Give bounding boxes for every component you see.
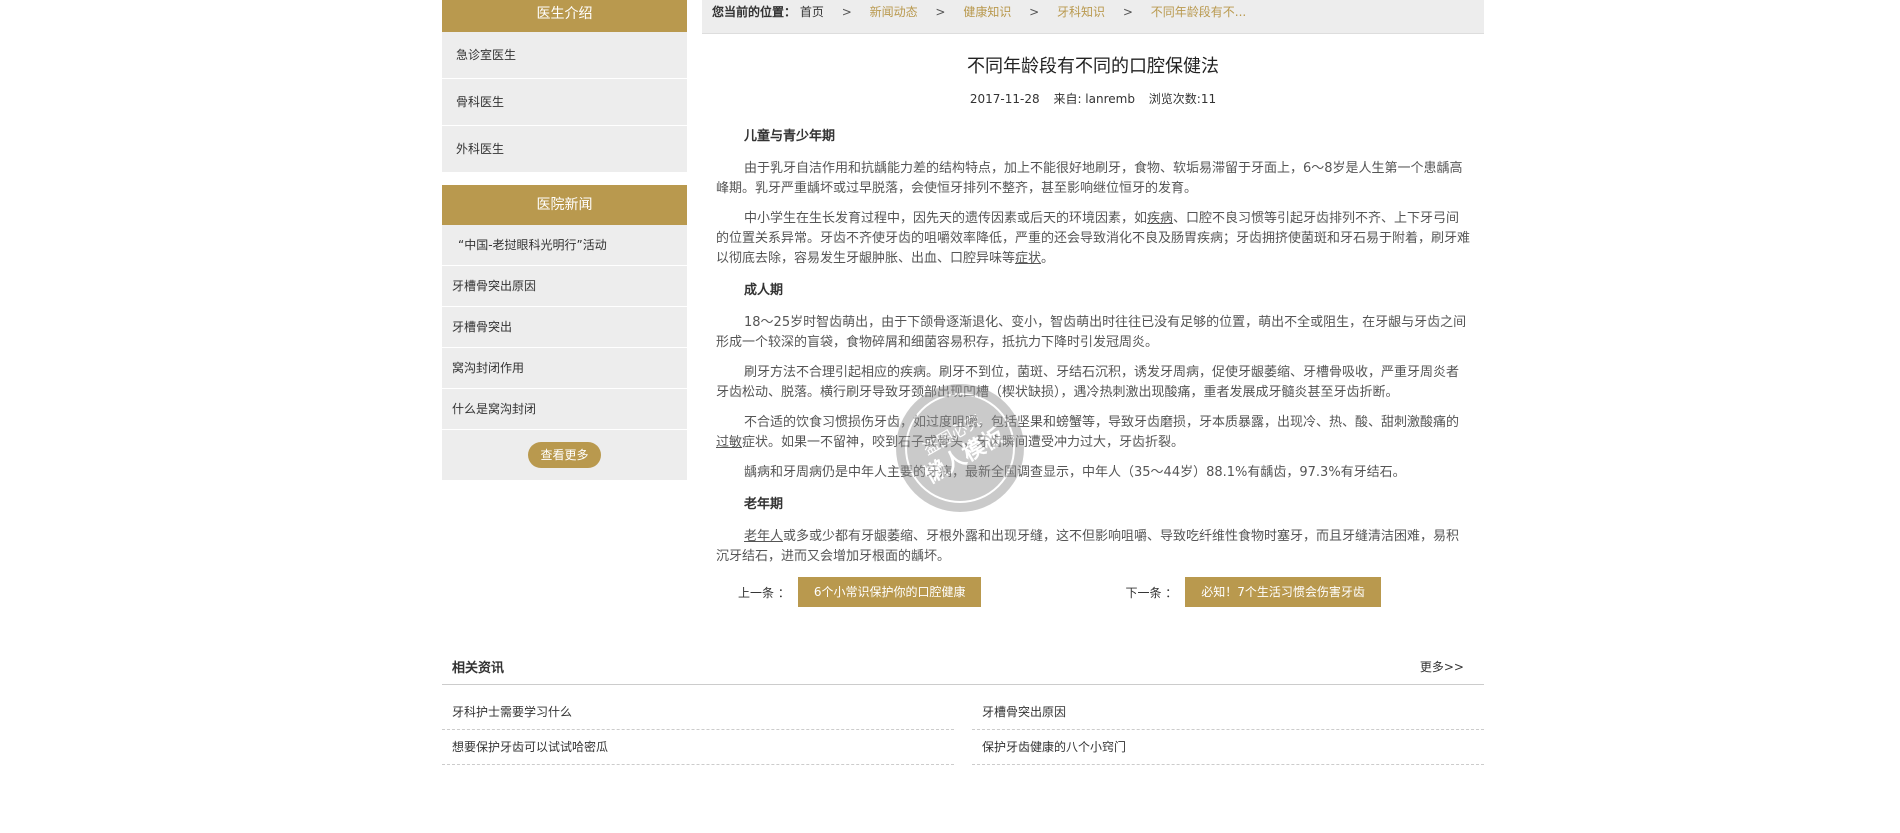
related-item[interactable]: 想要保护牙齿可以试试哈密瓜 [442,730,954,765]
hospital-news-panel: 医院新闻 “中国-老挝眼科光明行”活动 牙槽骨突出原因 牙槽骨突出 窝沟封闭作用… [442,185,687,480]
news-item[interactable]: 牙槽骨突出 [442,307,687,348]
related-column-left: 牙科护士需要学习什么 想要保护牙齿可以试试哈密瓜 [442,695,954,765]
hospital-news-title: 医院新闻 [442,185,687,225]
related-column-right: 牙槽骨突出原因 保护牙齿健康的八个小窍门 [972,695,1484,765]
related-item[interactable]: 保护牙齿健康的八个小窍门 [972,730,1484,765]
doctors-panel-title: 医生介绍 [442,0,687,32]
news-item[interactable]: 牙槽骨突出原因 [442,266,687,307]
article-body: 儿童与青少年期 由于乳牙自洁作用和抗龋能力差的结构特点，加上不能很好地刷牙，食物… [702,107,1484,567]
breadcrumb: 您当前的位置： 首页 > 新闻动态 > 健康知识 > 牙科知识 > 不同年龄段有… [702,0,1484,34]
section-heading: 儿童与青少年期 [744,129,836,144]
related-grid: 牙科护士需要学习什么 想要保护牙齿可以试试哈密瓜 牙槽骨突出原因 保护牙齿健康的… [442,695,1484,765]
paragraph: 老年人或多或少都有牙龈萎缩、牙根外露和出现牙缝，这不但影响咀嚼、导致吃纤维性食物… [716,527,1470,567]
breadcrumb-news[interactable]: 新闻动态 [870,5,918,19]
view-more-button[interactable]: 查看更多 [528,442,601,468]
breadcrumb-separator: > [841,5,852,19]
paragraph: 由于乳牙自洁作用和抗龋能力差的结构特点，加上不能很好地刷牙，食物、软垢易滞留于牙… [716,161,1463,196]
inline-link[interactable]: 过敏 [716,435,742,450]
news-item[interactable]: “中国-老挝眼科光明行”活动 [442,225,687,266]
paragraph: 龋病和牙周病仍是中年人主要的牙病，最新全国调查显示，中年人（35～44岁）88.… [744,465,1406,480]
more-wrap: 查看更多 [442,430,687,480]
related-news: 相关资讯 更多>> 牙科护士需要学习什么 想要保护牙齿可以试试哈密瓜 牙槽骨突出… [442,650,1484,765]
prev-label: 上一条 ： [738,585,790,600]
breadcrumb-separator: > [1122,5,1133,19]
article-pager: 上一条 ： 6个小常识保护你的口腔健康 下一条 ： 必知！7个生活习惯会伤害牙齿 [702,577,1484,607]
text-span: 或多或少都有牙龈萎缩、牙根外露和出现牙缝，这不但影响咀嚼、导致吃纤维性食物时塞牙… [716,529,1460,564]
breadcrumb-home[interactable]: 首页 [800,5,824,19]
paragraph: 中小学生在生长发育过程中，因先天的遗传因素或后天的环境因素，如疾病、口腔不良习惯… [716,209,1470,269]
breadcrumb-health[interactable]: 健康知识 [963,5,1011,19]
page-wrapper: 医生介绍 急诊室医生 骨科医生 外科医生 医院新闻 “中国-老挝眼科光明行”活动… [442,0,1484,833]
related-item[interactable]: 牙槽骨突出原因 [972,695,1484,730]
article-title: 不同年龄段有不同的口腔保健法 [967,56,1219,77]
related-more-link[interactable]: 更多>> [1420,650,1464,684]
related-title: 相关资讯 [452,661,505,676]
text-span: 。 [1041,251,1055,266]
breadcrumb-separator: > [1029,5,1040,19]
inline-link[interactable]: 疾病 [1147,211,1173,226]
article-views: 浏览次数:11 [1148,92,1217,106]
doctors-panel: 医生介绍 急诊室医生 骨科医生 外科医生 [442,0,687,173]
sidebar-item-er-doctor[interactable]: 急诊室医生 [442,32,687,79]
article-meta: 2017-11-28 来自: lanremb 浏览次数:11 [702,90,1484,107]
breadcrumb-separator: > [935,5,946,19]
article-source: 来自: lanremb [1053,92,1135,106]
breadcrumb-dental[interactable]: 牙科知识 [1057,5,1105,19]
news-item[interactable]: 窝沟封闭作用 [442,348,687,389]
paragraph: 18～25岁时智齿萌出，由于下颌骨逐渐退化、变小，智齿萌出时往往已没有足够的位置… [716,315,1467,350]
text-span: 不合适的饮食习惯损伤牙齿，如过度咀嚼，包括坚果和螃蟹等，导致牙齿磨损，牙本质暴露… [744,415,1460,430]
prev-article-button[interactable]: 6个小常识保护你的口腔健康 [797,577,982,607]
news-item[interactable]: 什么是窝沟封闭 [442,389,687,430]
article-date: 2017-11-28 [969,92,1040,106]
inline-link[interactable]: 症状 [1015,251,1041,266]
related-header: 相关资讯 更多>> [442,650,1484,685]
section-heading: 老年期 [744,497,784,512]
main-content: 您当前的位置： 首页 > 新闻动态 > 健康知识 > 牙科知识 > 不同年龄段有… [702,0,1484,607]
breadcrumb-prefix: 您当前的位置： [712,5,797,19]
paragraph: 不合适的饮食习惯损伤牙齿，如过度咀嚼，包括坚果和螃蟹等，导致牙齿磨损，牙本质暴露… [716,413,1470,453]
text-span: 中小学生在生长发育过程中，因先天的遗传因素或后天的环境因素，如 [744,211,1148,226]
related-item[interactable]: 牙科护士需要学习什么 [442,695,954,730]
sidebar-item-surgeon[interactable]: 外科医生 [442,126,687,173]
next-label: 下一条 ： [1125,585,1178,600]
inline-link[interactable]: 老年人 [744,529,783,544]
text-span: 症状。如果一不留神，咬到石子或骨头，牙齿瞬间遭受冲力过大，牙齿折裂。 [742,435,1185,450]
paragraph: 刷牙方法不合理引起相应的疾病。刷牙不到位，菌斑、牙结石沉积，诱发牙周病，促使牙龈… [716,365,1460,400]
sidebar-item-orthopedic-doctor[interactable]: 骨科医生 [442,79,687,126]
section-heading: 成人期 [744,283,784,298]
breadcrumb-current[interactable]: 不同年龄段有不... [1151,5,1246,19]
next-article-button[interactable]: 必知！7个生活习惯会伤害牙齿 [1185,577,1381,607]
sidebar: 医生介绍 急诊室医生 骨科医生 外科医生 医院新闻 “中国-老挝眼科光明行”活动… [442,0,687,492]
